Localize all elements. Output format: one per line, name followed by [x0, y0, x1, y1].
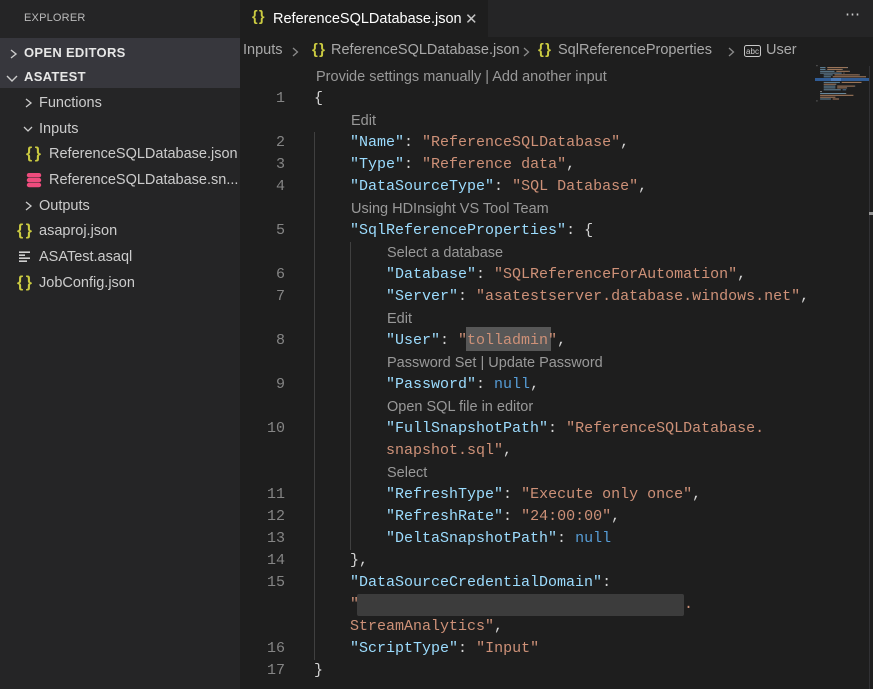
- svg-text:abc: abc: [746, 47, 759, 56]
